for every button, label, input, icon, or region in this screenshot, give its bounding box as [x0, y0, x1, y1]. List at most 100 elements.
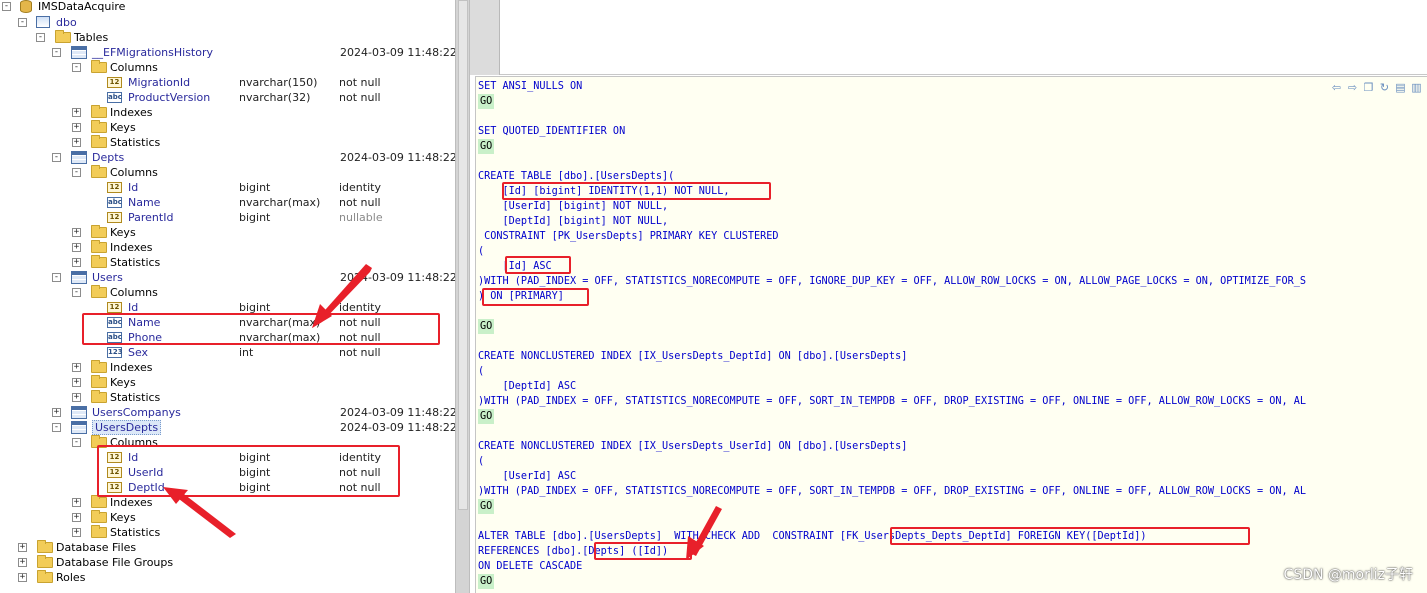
- table-column-row[interactable]: abc Phone nvarchar(max) not null: [0, 330, 455, 345]
- tree-node-keys-folder[interactable]: + Keys: [0, 225, 455, 240]
- expand-toggle-icon[interactable]: +: [18, 543, 27, 552]
- table-column-row[interactable]: 12 MigrationId nvarchar(150) not null: [0, 75, 455, 90]
- tree-node-columns-folder[interactable]: - Columns: [0, 435, 455, 450]
- collapse-toggle-icon[interactable]: -: [36, 33, 45, 42]
- tree-node-statistics-folder[interactable]: + Statistics: [0, 525, 455, 540]
- tree-node-label: Indexes: [110, 106, 153, 119]
- expand-toggle-icon[interactable]: +: [72, 513, 81, 522]
- tree-node-label: Columns: [110, 61, 158, 74]
- code-line: SET QUOTED_IDENTIFIER ON: [478, 126, 626, 137]
- tree-node-keys-folder[interactable]: + Keys: [0, 375, 455, 390]
- table-column-row[interactable]: 12 Id bigint identity: [0, 450, 455, 465]
- key-column-icon: 12: [107, 467, 122, 478]
- expand-toggle-icon[interactable]: +: [72, 393, 81, 402]
- object-explorer-tree: - IMSDataAcquire - dbo - Tables - __EFMigration…: [0, 0, 455, 593]
- tree-node-table[interactable]: - __EFMigrationsHistory 2024-03-09 11:48:2…: [0, 45, 455, 60]
- column-type: nvarchar(max): [239, 331, 321, 344]
- collapse-toggle-icon[interactable]: -: [2, 2, 11, 11]
- code-line: SET ANSI_NULLS ON: [478, 81, 583, 92]
- expand-toggle-icon[interactable]: +: [72, 258, 81, 267]
- expand-toggle-icon[interactable]: +: [18, 558, 27, 567]
- tree-node-table[interactable]: - Users 2024-03-09 11:48:22: [0, 270, 455, 285]
- tree-node-db-folder[interactable]: + Roles: [0, 570, 455, 585]
- expand-toggle-icon[interactable]: +: [72, 138, 81, 147]
- tree-node-db-folder[interactable]: + Database Files: [0, 540, 455, 555]
- tree-node-table[interactable]: - UsersDepts 2024-03-09 11:48:22: [0, 420, 455, 435]
- expand-toggle-icon[interactable]: +: [72, 123, 81, 132]
- collapse-toggle-icon[interactable]: -: [72, 288, 81, 297]
- table-column-row[interactable]: 12 Id bigint identity: [0, 180, 455, 195]
- code-line: CREATE NONCLUSTERED INDEX [IX_UsersDepts…: [478, 351, 908, 362]
- column-type: bigint: [239, 301, 271, 314]
- code-line: (: [478, 246, 485, 257]
- tree-node-columns-folder[interactable]: - Columns: [0, 165, 455, 180]
- tree-node-keys-folder[interactable]: + Keys: [0, 510, 455, 525]
- table-column-row[interactable]: abc Name nvarchar(max) not null: [0, 195, 455, 210]
- expand-toggle-icon[interactable]: +: [72, 108, 81, 117]
- tree-node-table[interactable]: - Depts 2024-03-09 11:48:22: [0, 150, 455, 165]
- tree-node-schema[interactable]: - dbo: [0, 15, 455, 30]
- column-type: nvarchar(150): [239, 76, 318, 89]
- code-line: CONSTRAINT [PK_UsersDepts] PRIMARY KEY C…: [478, 231, 779, 242]
- collapse-toggle-icon[interactable]: -: [52, 423, 61, 432]
- expand-toggle-icon[interactable]: +: [72, 243, 81, 252]
- expand-toggle-icon[interactable]: +: [72, 378, 81, 387]
- document-copy-icon[interactable]: ▥: [1410, 81, 1423, 94]
- table-column-row[interactable]: abc ProductVersion nvarchar(32) not null: [0, 90, 455, 105]
- collapse-toggle-icon[interactable]: -: [18, 18, 27, 27]
- column-nullability: not null: [339, 346, 381, 359]
- tree-node-statistics-folder[interactable]: + Statistics: [0, 135, 455, 150]
- table-modified-date: 2024-03-09 11:48:22: [340, 46, 455, 59]
- tree-node-columns-folder[interactable]: - Columns: [0, 285, 455, 300]
- column-nullability: not null: [339, 196, 381, 209]
- tree-node-label: Indexes: [110, 361, 153, 374]
- tree-node-label: Keys: [110, 511, 136, 524]
- tree-node-table[interactable]: + UsersCompanys 2024-03-09 11:48:22: [0, 405, 455, 420]
- expand-toggle-icon[interactable]: +: [72, 228, 81, 237]
- table-modified-date: 2024-03-09 11:48:22: [340, 271, 455, 284]
- tree-node-statistics-folder[interactable]: + Statistics: [0, 390, 455, 405]
- tree-node-db-folder[interactable]: + Database File Groups: [0, 555, 455, 570]
- tree-node-indexes-folder[interactable]: + Indexes: [0, 360, 455, 375]
- table-column-row[interactable]: 12 UserId bigint not null: [0, 465, 455, 480]
- tree-node-keys-folder[interactable]: + Keys: [0, 120, 455, 135]
- expand-toggle-icon[interactable]: +: [72, 363, 81, 372]
- code-line: ) ON [PRIMARY]: [478, 291, 564, 302]
- collapse-toggle-icon[interactable]: -: [72, 438, 81, 447]
- back-arrow-icon[interactable]: ⇦: [1330, 81, 1343, 94]
- tree-node-server[interactable]: - IMSDataAcquire: [0, 0, 455, 14]
- copy-icon[interactable]: ❐: [1362, 81, 1375, 94]
- expand-toggle-icon[interactable]: +: [72, 528, 81, 537]
- column-nullability: nullable: [339, 211, 383, 224]
- tree-node-label: Statistics: [110, 526, 161, 539]
- collapse-toggle-icon[interactable]: -: [72, 63, 81, 72]
- table-column-row[interactable]: 12 Id bigint identity: [0, 300, 455, 315]
- tree-node-indexes-folder[interactable]: + Indexes: [0, 240, 455, 255]
- tree-scrollbar[interactable]: [455, 0, 470, 593]
- document-icon[interactable]: ▤: [1394, 81, 1407, 94]
- expand-toggle-icon[interactable]: +: [52, 408, 61, 417]
- code-line: REFERENCES [dbo].[Depts] ([Id]): [478, 546, 669, 557]
- table-column-row[interactable]: 12 DeptId bigint not null: [0, 480, 455, 495]
- table-column-row[interactable]: 12 ParentId bigint nullable: [0, 210, 455, 225]
- collapse-toggle-icon[interactable]: -: [52, 153, 61, 162]
- folder-icon: [91, 510, 107, 523]
- tree-node-statistics-folder[interactable]: + Statistics: [0, 255, 455, 270]
- expand-toggle-icon[interactable]: +: [72, 498, 81, 507]
- table-column-row[interactable]: abc Name nvarchar(max) not null: [0, 315, 455, 330]
- collapse-toggle-icon[interactable]: -: [72, 168, 81, 177]
- collapse-toggle-icon[interactable]: -: [52, 48, 61, 57]
- scrollbar-thumb[interactable]: [458, 0, 468, 510]
- tree-node-indexes-folder[interactable]: + Indexes: [0, 495, 455, 510]
- go-statement: GO: [478, 409, 495, 424]
- expand-toggle-icon[interactable]: +: [18, 573, 27, 582]
- tree-node-indexes-folder[interactable]: + Indexes: [0, 105, 455, 120]
- refresh-icon[interactable]: ↻: [1378, 81, 1391, 94]
- collapse-toggle-icon[interactable]: -: [52, 273, 61, 282]
- column-name: Name: [128, 196, 161, 209]
- tree-node-columns-folder[interactable]: - Columns: [0, 60, 455, 75]
- tree-node-tables[interactable]: - Tables: [0, 30, 455, 45]
- sql-script-editor[interactable]: ⇦ ⇨ ❐ ↻ ▤ ▥ SET ANSI_NULLS ON GO SET QUOTED_IDE…: [475, 76, 1427, 593]
- table-column-row[interactable]: 123 Sex int not null: [0, 345, 455, 360]
- forward-arrow-icon[interactable]: ⇨: [1346, 81, 1359, 94]
